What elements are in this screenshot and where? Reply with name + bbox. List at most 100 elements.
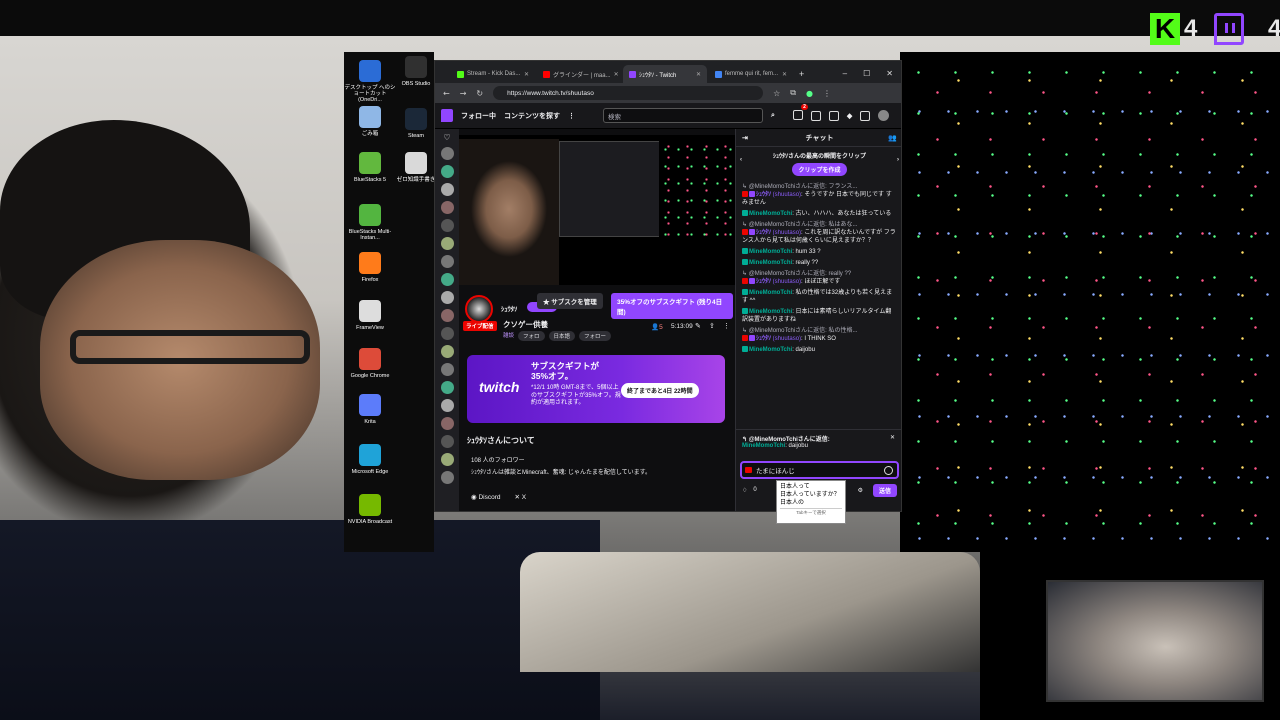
browser-tab[interactable]: ｼｭｳﾀｿ - Twitch ✕ — [623, 65, 707, 83]
banner-next-icon[interactable]: › — [897, 157, 899, 163]
chat-username[interactable]: MineMomoTchi — [749, 290, 792, 296]
user-avatar[interactable] — [878, 110, 890, 121]
channel-avatar[interactable] — [465, 295, 493, 323]
chat-username[interactable]: MineMomoTchi — [749, 211, 792, 217]
gift-sub-button[interactable]: 35%オフのサブスクギフト (残り4日間) — [611, 293, 733, 319]
browser-tab[interactable]: グラインダー | maa... ✕ — [537, 65, 621, 83]
ime-candidate[interactable]: 日本人の — [780, 499, 842, 507]
reload-icon[interactable]: ↻ — [476, 89, 483, 98]
desktop-icon[interactable]: FrameView — [344, 300, 396, 331]
notifications-icon[interactable]: 2 — [792, 103, 808, 122]
stream-tag[interactable]: 雑談 — [503, 331, 514, 341]
forward-icon[interactable]: → — [460, 89, 467, 98]
followed-channel-avatar[interactable] — [440, 399, 454, 412]
followed-channel-avatar[interactable] — [440, 237, 454, 250]
promo-countdown[interactable]: 終了まであと4日 22時間 — [621, 383, 699, 398]
followed-channel-avatar[interactable] — [440, 381, 454, 394]
chat-username[interactable]: MineMomoTchi — [749, 260, 792, 266]
nav-browse[interactable]: コンテンツを探す — [504, 111, 560, 121]
tab-close-icon[interactable]: ✕ — [782, 71, 787, 78]
followed-channel-avatar[interactable] — [440, 147, 454, 160]
chat-message[interactable]: MineMomoTchi: 日本には素晴らしいリアルタイム翻訳装置がありますね — [742, 308, 897, 324]
followed-channel-avatar[interactable] — [440, 165, 454, 178]
followed-channel-avatar[interactable] — [440, 219, 454, 232]
stream-tag[interactable]: フォロー — [579, 331, 612, 341]
desktop-icon[interactable]: ごみ箱 — [344, 106, 396, 137]
followed-channel-avatar[interactable] — [440, 363, 454, 376]
stream-tag[interactable]: フォロ — [518, 331, 545, 341]
chat-message[interactable]: ↳ @MineMomoTchiさんに返信: really ?? ｼｭｳﾀｿ (sh… — [742, 270, 897, 286]
profile-icon[interactable]: ● — [806, 89, 813, 98]
manage-sub-button[interactable]: ★ サブスクを管理 — [537, 293, 603, 309]
followed-channel-avatar[interactable] — [440, 471, 454, 484]
chat-message[interactable]: MineMomoTchi: daijobu — [742, 346, 897, 354]
channel-name[interactable]: ｼｭｳﾀｿ — [501, 303, 517, 313]
followed-channel-avatar[interactable] — [440, 309, 454, 322]
edit-icon[interactable]: ✎ — [695, 322, 701, 330]
collapse-chat-icon[interactable]: ⇥ — [742, 134, 748, 142]
followed-channel-avatar[interactable] — [440, 291, 454, 304]
desktop-icon[interactable]: Google Chrome — [344, 348, 396, 379]
desktop-icon[interactable]: BlueStacks 5 — [344, 152, 396, 183]
ime-candidate[interactable]: 日本人って — [780, 483, 842, 491]
url-field[interactable]: https://www.twitch.tv/shuutaso — [493, 86, 764, 100]
followed-channel-avatar[interactable] — [440, 183, 454, 196]
chat-message[interactable]: MineMomoTchi: 私の性格では32歳よりも若く見えます ^^ — [742, 289, 897, 305]
chat-username[interactable]: ｼｭｳﾀｿ — [756, 230, 771, 236]
twitch-logo-icon[interactable] — [441, 109, 453, 122]
desktop-icon[interactable]: Firefox — [344, 252, 396, 283]
chat-message[interactable]: ↳ @MineMomoTchiさんに返信: フランス... ｼｭｳﾀｿ (shuu… — [742, 183, 897, 207]
tab-close-icon[interactable]: ✕ — [696, 71, 701, 78]
x-link[interactable]: ✕ X — [515, 493, 527, 501]
browser-menu-icon[interactable]: ⋮ — [823, 89, 831, 98]
chat-message[interactable]: MineMomoTchi: 古い、ハハハ、あなたは狂っている — [742, 210, 897, 218]
desktop-icon[interactable]: デスクトップ へのショートカット (OneDri... — [344, 60, 396, 103]
chat-input[interactable]: たまにほんじ — [740, 461, 899, 479]
users-icon[interactable]: 👥 — [888, 134, 897, 142]
tab-close-icon[interactable]: ✕ — [614, 71, 619, 78]
search-icon[interactable]: ⌕ — [771, 112, 775, 120]
send-button[interactable]: 送信 — [872, 483, 897, 497]
chat-username[interactable]: ｼｭｳﾀｿ — [756, 279, 771, 285]
desktop-icon[interactable]: Microsoft Edge — [344, 444, 396, 475]
minimize-icon[interactable]: – — [843, 69, 847, 78]
video-player[interactable] — [459, 135, 735, 285]
nav-more-icon[interactable]: ⋮ — [568, 112, 575, 120]
chat-username[interactable]: MineMomoTchi — [749, 347, 792, 353]
desktop-icon[interactable]: Krita — [344, 394, 396, 425]
discord-link[interactable]: ◉ Discord — [471, 493, 501, 501]
browser-tab[interactable]: femme qui rit, fem... ✕ — [709, 65, 793, 83]
heart-icon[interactable]: ♡ — [435, 129, 459, 142]
stream-tag[interactable]: 日本語 — [548, 331, 576, 341]
close-reply-icon[interactable]: ✕ — [890, 434, 895, 441]
prime-icon[interactable] — [860, 110, 871, 121]
new-tab-button[interactable]: + — [795, 69, 808, 83]
followed-channel-avatar[interactable] — [440, 273, 454, 286]
followed-channel-avatar[interactable] — [440, 453, 454, 466]
desktop-icon[interactable]: NVIDIA Broadcast — [344, 494, 396, 525]
chat-username[interactable]: MineMomoTchi — [749, 309, 792, 315]
back-icon[interactable]: ← — [443, 89, 450, 98]
maximize-icon[interactable]: ☐ — [863, 69, 870, 78]
chat-message[interactable]: ↳ @MineMomoTchiさんに返信: 私の性格... ｼｭｳﾀｿ (shuu… — [742, 327, 897, 343]
tab-close-icon[interactable]: ✕ — [524, 71, 529, 78]
followed-channel-avatar[interactable] — [440, 327, 454, 340]
inbox-icon[interactable] — [810, 110, 821, 121]
followed-channel-avatar[interactable] — [440, 435, 454, 448]
chat-message[interactable]: MineMomoTchi: really ?? — [742, 259, 897, 267]
bookmark-star-icon[interactable]: ☆ — [773, 89, 780, 98]
followed-channel-avatar[interactable] — [440, 255, 454, 268]
more-options-icon[interactable]: ⋮ — [723, 322, 730, 330]
share-icon[interactable]: ⇪ — [709, 322, 715, 330]
chat-username[interactable]: ｼｭｳﾀｿ — [756, 336, 771, 342]
followed-channel-avatar[interactable] — [440, 201, 454, 214]
chat-message[interactable]: ↳ @MineMomoTchiさんに返信: 私はあな... ｼｭｳﾀｿ (shuu… — [742, 221, 897, 245]
whispers-icon[interactable] — [828, 110, 839, 121]
followed-channel-avatar[interactable] — [440, 345, 454, 358]
chat-username[interactable]: ｼｭｳﾀｿ — [756, 192, 771, 198]
ime-candidate[interactable]: 日本人っていますか？ — [780, 491, 842, 499]
extensions-icon[interactable]: ⧉ — [790, 88, 796, 98]
banner-prev-icon[interactable]: ‹ — [740, 157, 742, 163]
followed-channel-avatar[interactable] — [440, 417, 454, 430]
desktop-icon[interactable]: BlueStacks Multi-Instan... — [344, 204, 396, 241]
